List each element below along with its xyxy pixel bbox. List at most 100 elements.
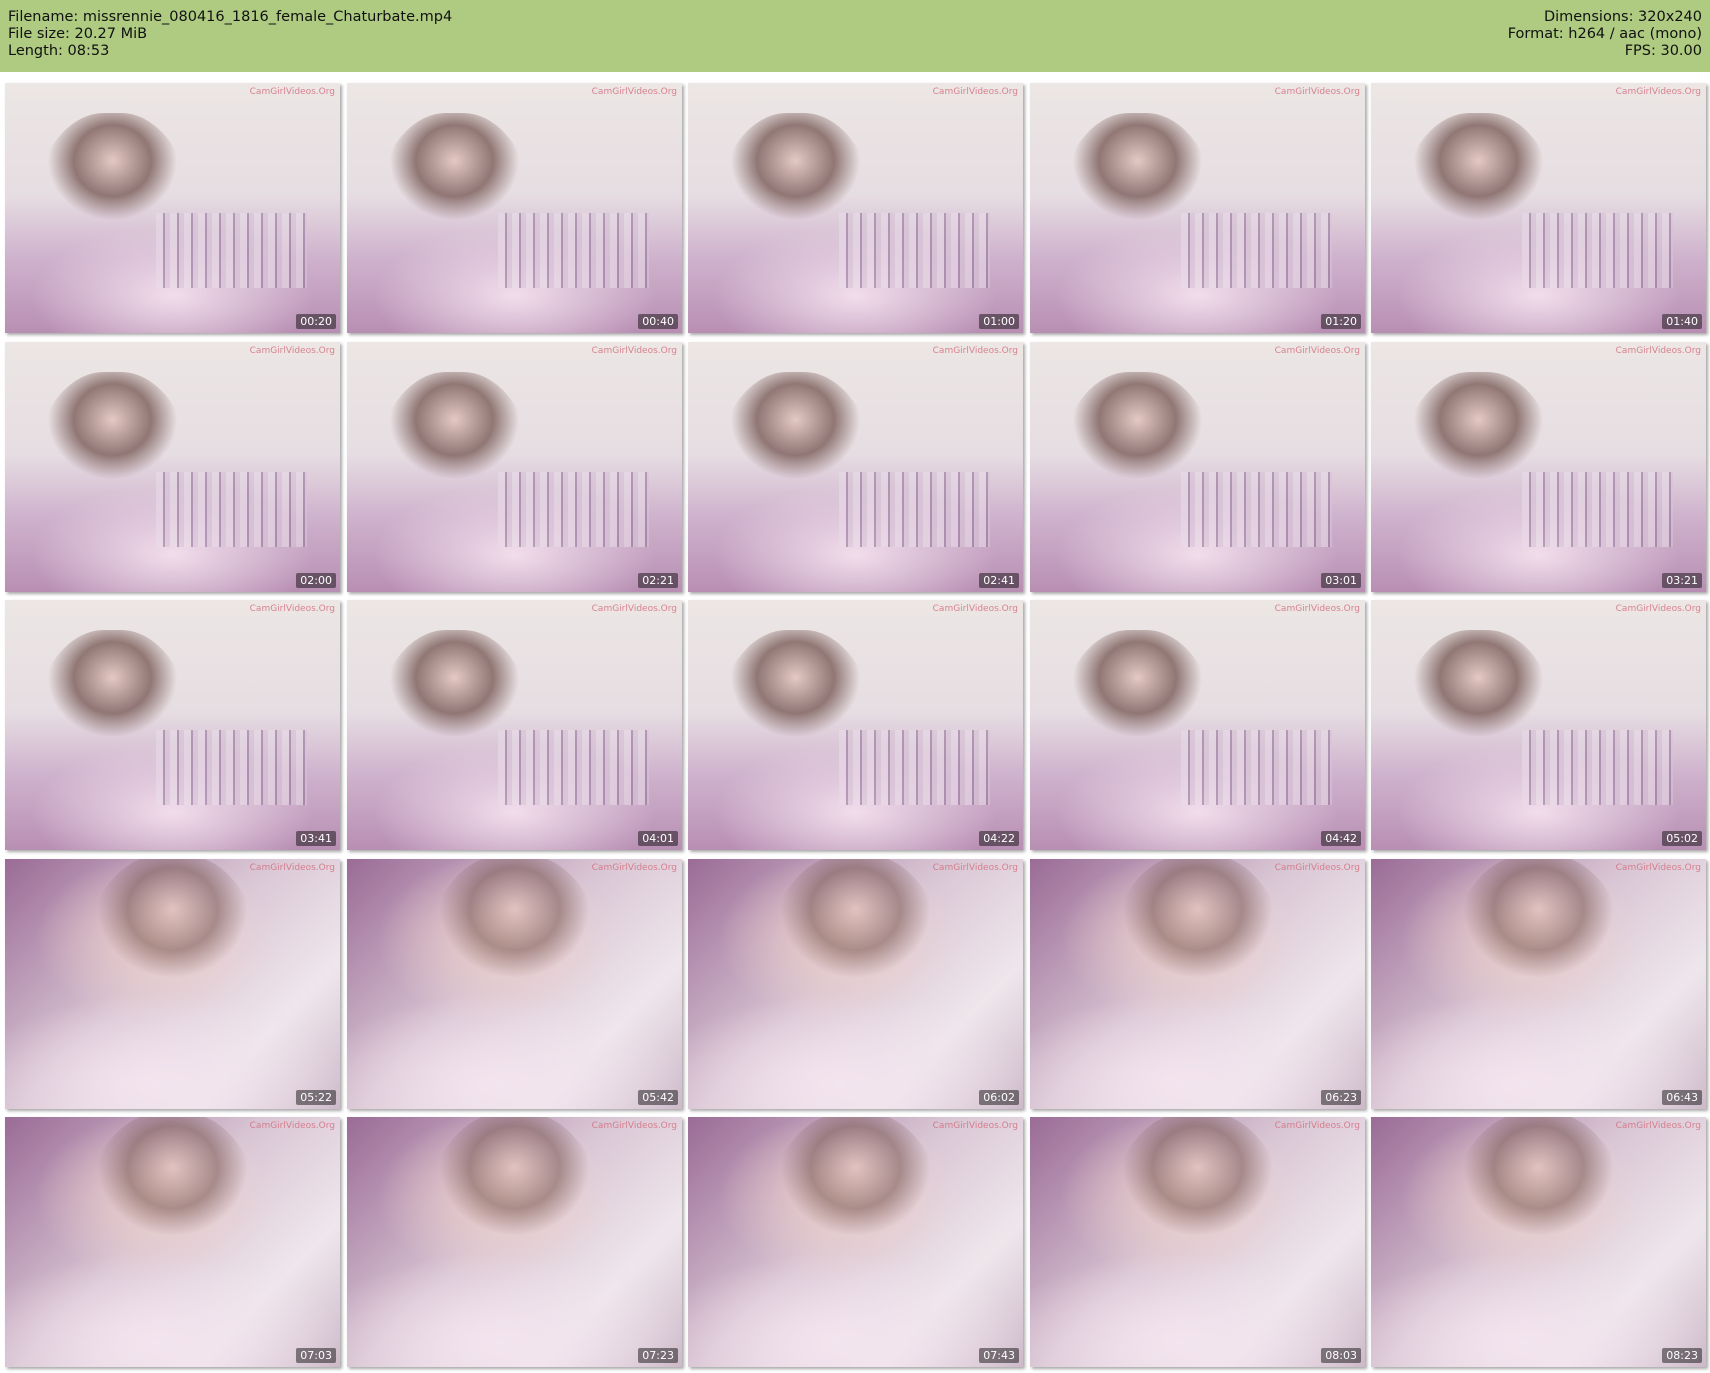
thumbnail-timestamp: 05:42 [638, 1090, 678, 1105]
info-header: Filename: missrennie_080416_1816_female_… [0, 0, 1710, 72]
person-figure [31, 372, 193, 592]
thumbnail-grid: CamGirlVideos.Org 00:20 CamGirlVideos.Org 0… [5, 83, 1707, 1369]
video-thumbnail: CamGirlVideos.Org 02:00 [5, 342, 340, 592]
video-thumbnail: CamGirlVideos.Org 01:40 [1371, 83, 1706, 333]
person-figure [1103, 1117, 1292, 1367]
person-figure [373, 372, 535, 592]
thumbnail-timestamp: 03:21 [1662, 573, 1702, 588]
person-figure [761, 1117, 950, 1367]
watermark: CamGirlVideos.Org [932, 1121, 1018, 1131]
watermark: CamGirlVideos.Org [932, 346, 1018, 356]
watermark: CamGirlVideos.Org [932, 604, 1018, 614]
person-figure [78, 1117, 267, 1367]
thumbnail-timestamp: 05:02 [1662, 831, 1702, 846]
person-figure [1397, 372, 1559, 592]
video-thumbnail: CamGirlVideos.Org 05:02 [1371, 600, 1706, 850]
watermark: CamGirlVideos.Org [591, 863, 677, 873]
video-thumbnail: CamGirlVideos.Org 07:23 [347, 1117, 682, 1367]
watermark: CamGirlVideos.Org [1615, 346, 1701, 356]
thumbnail-timestamp: 03:01 [1321, 573, 1361, 588]
watermark: CamGirlVideos.Org [932, 87, 1018, 97]
person-figure [1056, 372, 1218, 592]
thumbnail-timestamp: 08:03 [1321, 1348, 1361, 1363]
video-thumbnail: CamGirlVideos.Org 06:02 [688, 859, 1023, 1109]
watermark: CamGirlVideos.Org [1615, 604, 1701, 614]
person-figure [1444, 1117, 1633, 1367]
thumbnail-timestamp: 03:41 [296, 831, 336, 846]
filesize-text: File size: 20.27 MiB [8, 26, 148, 42]
thumbnail-timestamp: 04:22 [979, 831, 1019, 846]
video-thumbnail: CamGirlVideos.Org 04:42 [1030, 600, 1365, 850]
format-text: Format: h264 / aac (mono) [1507, 26, 1702, 42]
thumbnail-timestamp: 01:40 [1662, 314, 1702, 329]
video-thumbnail: CamGirlVideos.Org 04:01 [347, 600, 682, 850]
video-thumbnail: CamGirlVideos.Org 07:43 [688, 1117, 1023, 1367]
person-figure [420, 859, 609, 1109]
video-thumbnail: CamGirlVideos.Org 03:41 [5, 600, 340, 850]
file-info: Filename: missrennie_080416_1816_female_… [8, 9, 452, 60]
thumbnail-timestamp: 07:03 [296, 1348, 336, 1363]
video-thumbnail: CamGirlVideos.Org 07:03 [5, 1117, 340, 1367]
video-thumbnail: CamGirlVideos.Org 02:41 [688, 342, 1023, 592]
watermark: CamGirlVideos.Org [1274, 1121, 1360, 1131]
thumbnail-timestamp: 01:00 [979, 314, 1019, 329]
watermark: CamGirlVideos.Org [932, 863, 1018, 873]
person-figure [373, 630, 535, 850]
thumbnail-timestamp: 01:20 [1321, 314, 1361, 329]
video-thumbnail: CamGirlVideos.Org 05:22 [5, 859, 340, 1109]
watermark: CamGirlVideos.Org [249, 604, 335, 614]
video-thumbnail: CamGirlVideos.Org 06:43 [1371, 859, 1706, 1109]
watermark: CamGirlVideos.Org [591, 1121, 677, 1131]
person-figure [714, 113, 876, 333]
thumbnail-timestamp: 00:20 [296, 314, 336, 329]
video-thumbnail: CamGirlVideos.Org 03:21 [1371, 342, 1706, 592]
fps-text: FPS: 30.00 [1624, 43, 1702, 59]
watermark: CamGirlVideos.Org [1274, 346, 1360, 356]
watermark: CamGirlVideos.Org [591, 87, 677, 97]
person-figure [78, 859, 267, 1109]
watermark: CamGirlVideos.Org [1615, 1121, 1701, 1131]
video-thumbnail: CamGirlVideos.Org 03:01 [1030, 342, 1365, 592]
video-thumbnail: CamGirlVideos.Org 01:20 [1030, 83, 1365, 333]
person-figure [420, 1117, 609, 1367]
watermark: CamGirlVideos.Org [249, 346, 335, 356]
video-thumbnail: CamGirlVideos.Org 04:22 [688, 600, 1023, 850]
watermark: CamGirlVideos.Org [1274, 87, 1360, 97]
person-figure [1444, 859, 1633, 1109]
thumbnail-timestamp: 06:23 [1321, 1090, 1361, 1105]
video-thumbnail: CamGirlVideos.Org 05:42 [347, 859, 682, 1109]
thumbnail-timestamp: 04:01 [638, 831, 678, 846]
thumbnail-timestamp: 07:23 [638, 1348, 678, 1363]
thumbnail-timestamp: 00:40 [638, 314, 678, 329]
video-thumbnail: CamGirlVideos.Org 08:03 [1030, 1117, 1365, 1367]
thumbnail-timestamp: 06:02 [979, 1090, 1019, 1105]
person-figure [1056, 113, 1218, 333]
video-thumbnail: CamGirlVideos.Org 01:00 [688, 83, 1023, 333]
watermark: CamGirlVideos.Org [1615, 87, 1701, 97]
person-figure [1397, 630, 1559, 850]
watermark: CamGirlVideos.Org [1274, 863, 1360, 873]
thumbnail-timestamp: 02:00 [296, 573, 336, 588]
dimensions-text: Dimensions: 320x240 [1543, 9, 1702, 25]
stream-info: Dimensions: 320x240 Format: h264 / aac (… [1508, 9, 1702, 60]
watermark: CamGirlVideos.Org [591, 604, 677, 614]
person-figure [714, 630, 876, 850]
person-figure [714, 372, 876, 592]
watermark: CamGirlVideos.Org [249, 863, 335, 873]
video-thumbnail: CamGirlVideos.Org 00:40 [347, 83, 682, 333]
person-figure [1397, 113, 1559, 333]
thumbnail-timestamp: 06:43 [1662, 1090, 1702, 1105]
watermark: CamGirlVideos.Org [249, 1121, 335, 1131]
thumbnail-timestamp: 04:42 [1321, 831, 1361, 846]
video-thumbnail: CamGirlVideos.Org 06:23 [1030, 859, 1365, 1109]
watermark: CamGirlVideos.Org [591, 346, 677, 356]
thumbnail-timestamp: 05:22 [296, 1090, 336, 1105]
thumbnail-timestamp: 02:21 [638, 573, 678, 588]
person-figure [31, 630, 193, 850]
watermark: CamGirlVideos.Org [1615, 863, 1701, 873]
person-figure [761, 859, 950, 1109]
video-thumbnail: CamGirlVideos.Org 02:21 [347, 342, 682, 592]
thumbnail-timestamp: 02:41 [979, 573, 1019, 588]
filename-text: Filename: missrennie_080416_1816_female_… [8, 9, 453, 25]
thumbnail-timestamp: 08:23 [1662, 1348, 1702, 1363]
